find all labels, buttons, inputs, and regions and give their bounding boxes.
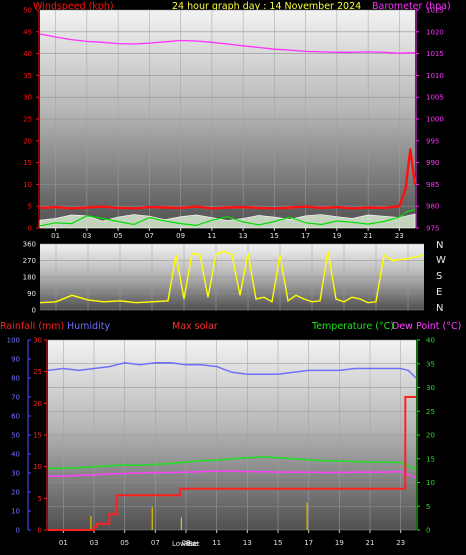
humidity-tick-label: 90 (11, 356, 20, 364)
temperature-tick-label: 10 (426, 479, 435, 487)
temperature-tick-label: 35 (426, 360, 435, 368)
temp-x-tick-label: 13 (243, 539, 252, 547)
windspeed-tick-label: 45 (23, 28, 32, 36)
wind-x-tick-label: 19 (332, 232, 341, 240)
barometer-tick-label: 1005 (426, 94, 444, 102)
direction-tick-label: 0 (32, 307, 36, 315)
humidity-tick-label: 50 (11, 432, 20, 440)
windspeed-tick-label: 15 (23, 159, 32, 167)
temp-x-tick-label: 05 (120, 539, 129, 547)
rainfall-tick-label: 10 (33, 463, 42, 471)
temperature-tick-label: 0 (426, 527, 430, 535)
wind-x-tick-label: 05 (114, 232, 123, 240)
barometer-tick-label: 980 (426, 203, 439, 211)
temp-x-tick-label: 07 (151, 539, 160, 547)
windspeed-tick-label: 35 (23, 72, 32, 80)
humidity-tick-label: 30 (11, 470, 20, 478)
rainfall-tick-label: 25 (33, 368, 42, 376)
temperature-tick-label: 20 (426, 432, 435, 440)
temperature-tick-label: 5 (426, 503, 430, 511)
direction-label-n-top: N (436, 240, 443, 251)
humidity-tick-label: 40 (11, 451, 20, 459)
temp-x-tick-label: 01 (59, 539, 68, 547)
humidity-tick-label: 0 (16, 527, 20, 535)
temp-x-tick-label: 15 (274, 539, 283, 547)
barometer-tick-label: 1020 (426, 28, 444, 36)
direction-label-s: S (436, 271, 442, 282)
barometer-tick-label: 995 (426, 137, 439, 145)
windspeed-tick-label: 40 (23, 50, 32, 58)
direction-tick-label: 180 (23, 274, 36, 282)
max-solar-label: Max solar (172, 321, 218, 332)
temp-x-tick-label: 11 (212, 539, 221, 547)
wind-x-tick-label: 03 (82, 232, 91, 240)
humidity-tick-label: 20 (11, 489, 20, 497)
windspeed-tick-label: 20 (23, 137, 32, 145)
temp-x-tick-label: 21 (366, 539, 375, 547)
wind-x-tick-label: 23 (395, 232, 404, 240)
wind-x-tick-label: 01 (51, 232, 60, 240)
barometer-tick-label: 1025 (426, 7, 444, 15)
barometer-tick-label: 985 (426, 181, 439, 189)
direction-tick-label: 360 (23, 241, 36, 249)
wind-x-tick-label: 21 (364, 232, 373, 240)
temperature-tick-label: 30 (426, 384, 435, 392)
windspeed-tick-label: 25 (23, 116, 32, 124)
rainfall-tick-label: 20 (33, 400, 42, 408)
direction-tick-label: 270 (23, 257, 36, 265)
wind-x-tick-label: 07 (145, 232, 154, 240)
windspeed-tick-label: 0 (28, 225, 32, 233)
temperature-tick-label: 15 (426, 455, 435, 463)
windspeed-tick-label: 5 (28, 203, 32, 211)
temp-x-tick-label: 19 (335, 539, 344, 547)
windspeed-tick-label: 30 (23, 94, 32, 102)
humidity-tick-label: 60 (11, 413, 20, 421)
temperature-tick-label: 25 (426, 408, 435, 416)
temperature-axis-title: Temperature (°C) (311, 321, 394, 332)
rainfall-tick-label: 15 (33, 432, 42, 440)
rainfall-tick-label: 30 (33, 337, 42, 345)
temp-x-tick-label: 23 (396, 539, 405, 547)
rainfall-tick-label: 0 (38, 527, 42, 535)
temp-x-tick-label: 03 (90, 539, 99, 547)
direction-label-e: E (436, 287, 442, 298)
humidity-tick-label: 70 (11, 394, 20, 402)
weather-graphs: Windspeed (kph) 24 hour graph day : 14 N… (0, 1, 461, 548)
wind-x-tick-label: 13 (239, 232, 248, 240)
barometer-tick-label: 1000 (426, 116, 444, 124)
direction-label-n-bottom: N (436, 303, 443, 314)
humidity-axis-title: Humidity (67, 321, 110, 332)
barometer-tick-label: 975 (426, 225, 439, 233)
humidity-tick-label: 100 (7, 337, 20, 345)
rainfall-axis-title: Rainfall (mm) (0, 321, 64, 332)
direction-label-w: W (436, 255, 446, 266)
rainfall-tick-label: 5 (38, 495, 42, 503)
windspeed-tick-label: 50 (23, 7, 32, 15)
temperature-tick-label: 40 (426, 337, 435, 345)
direction-tick-label: 90 (27, 290, 36, 298)
wind-x-tick-label: 11 (207, 232, 216, 240)
barometer-tick-label: 990 (426, 159, 439, 167)
humidity-tick-label: 80 (11, 375, 20, 383)
wind-x-tick-label: 09 (176, 232, 185, 240)
wind-x-tick-label: 17 (301, 232, 310, 240)
windspeed-tick-label: 10 (23, 181, 32, 189)
temp-x-tick-label: 17 (304, 539, 313, 547)
wind-x-tick-label: 15 (270, 232, 279, 240)
barometer-tick-label: 1015 (426, 50, 444, 58)
dewpoint-axis-title: Dew Point (°C) (392, 321, 461, 332)
humidity-tick-label: 10 (11, 508, 20, 516)
barometer-tick-label: 1010 (426, 72, 444, 80)
sunset-label: Set (188, 540, 200, 548)
